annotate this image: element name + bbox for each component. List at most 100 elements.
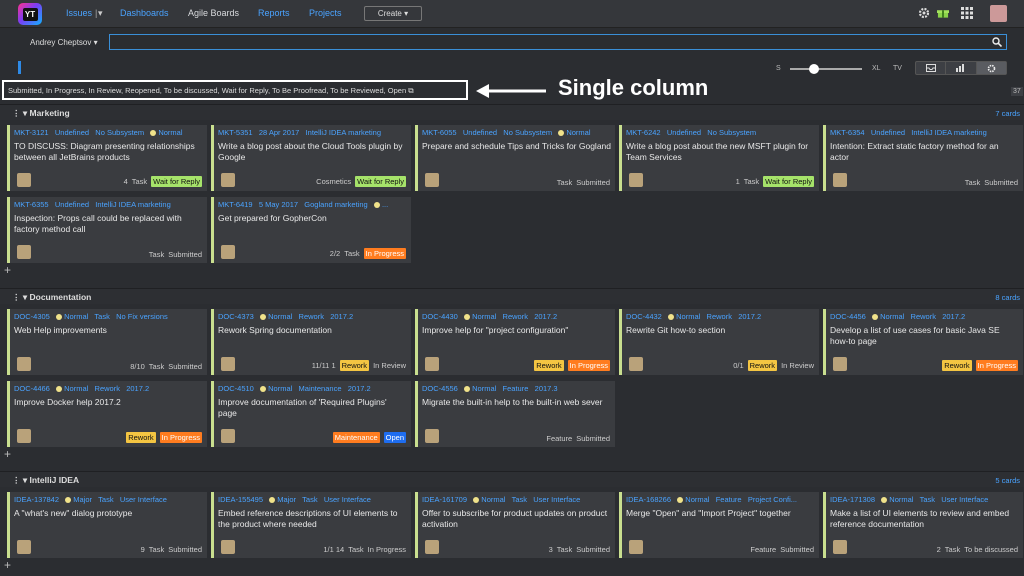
issue-card[interactable]: MKT-6354 Undefined IntelliJ IDEA marketi… [823,125,1023,191]
issue-id[interactable]: MKT-6055 [422,128,457,137]
card-summary[interactable]: Write a blog post about the new MSFT plu… [626,141,815,163]
create-button[interactable]: Create ▾ [364,6,422,21]
issue-card[interactable]: DOC-4430 Normal Rework 2017.2 Improve hel… [415,309,615,375]
assignee-avatar[interactable] [221,173,235,187]
card-summary[interactable]: Write a blog post about the Cloud Tools … [218,141,407,163]
nav-projects[interactable]: Projects [309,8,342,18]
issue-card[interactable]: IDEA-137842 Major Task User Interface A "… [7,492,207,558]
board-query[interactable]: Submitted, In Progress, In Review, Reope… [2,80,468,100]
assignee-avatar[interactable] [629,173,643,187]
issue-id[interactable]: DOC-4556 [422,384,458,393]
card-summary[interactable]: Inspection: Props call could be replaced… [14,213,203,235]
card-summary[interactable]: Develop a list of use cases for basic Ja… [830,325,1019,347]
card-summary[interactable]: Embed reference descriptions of UI eleme… [218,508,407,530]
assignee-avatar[interactable] [17,540,31,554]
assignee-avatar[interactable] [425,429,439,443]
assignee-avatar[interactable] [221,357,235,371]
issue-card[interactable]: DOC-4466 Normal Rework 2017.2 Improve Doc… [7,381,207,447]
card-summary[interactable]: Get prepared for GopherCon [218,213,407,224]
assignee-avatar[interactable] [629,357,643,371]
card-summary[interactable]: Make a list of UI elements to review and… [830,508,1019,530]
add-card-button[interactable]: + [4,558,11,572]
settings-icon[interactable] [976,62,1006,74]
assignee-avatar[interactable] [221,540,235,554]
issue-id[interactable]: IDEA-155495 [218,495,263,504]
add-card-button[interactable]: + [4,447,11,461]
issue-id[interactable]: IDEA-137842 [14,495,59,504]
issue-id[interactable]: MKT-5351 [218,128,253,137]
assignee-avatar[interactable] [629,540,643,554]
issue-card[interactable]: MKT-5351 28 Apr 2017 IntelliJ IDEA marke… [211,125,411,191]
search-input[interactable] [109,34,1007,50]
issue-id[interactable]: DOC-4373 [218,312,254,321]
chart-icon[interactable] [946,62,977,74]
card-summary[interactable]: Improve help for "project configuration" [422,325,611,336]
assignee-avatar[interactable] [221,245,235,259]
assignee-avatar[interactable] [17,429,31,443]
issue-card[interactable]: DOC-4432 Normal Rework 2017.2 Rewrite Git… [619,309,819,375]
issue-card[interactable]: DOC-4510 Normal Maintenance 2017.2 Improv… [211,381,411,447]
card-summary[interactable]: Web Help improvements [14,325,203,336]
assignee-avatar[interactable] [425,357,439,371]
external-link-icon[interactable]: ⧉ [408,86,413,95]
issue-id[interactable]: MKT-6419 [218,200,253,209]
add-card-button[interactable]: + [4,263,11,277]
issue-card[interactable]: DOC-4556 Normal Feature 2017.3 Migrate th… [415,381,615,447]
youtrack-logo[interactable]: YT [18,3,42,25]
issue-id[interactable]: IDEA-161709 [422,495,467,504]
swimlane-title[interactable]: ⋮ ▾ Marketing [12,108,70,119]
swimlane-title[interactable]: ⋮ ▾ IntelliJ IDEA [12,475,79,486]
search-icon[interactable] [992,37,1002,47]
issue-card[interactable]: IDEA-161709 Normal Task User Interface Of… [415,492,615,558]
issue-id[interactable]: IDEA-168266 [626,495,671,504]
issue-id[interactable]: DOC-4305 [14,312,50,321]
issue-id[interactable]: MKT-3121 [14,128,49,137]
card-summary[interactable]: Improve documentation of 'Required Plugi… [218,397,407,419]
issue-card[interactable]: MKT-6419 5 May 2017 Gogland marketing ..… [211,197,411,263]
assignee-avatar[interactable] [833,357,847,371]
card-summary[interactable]: Improve Docker help 2017.2 [14,397,203,408]
tv-mode-toggle[interactable]: TV [893,65,902,72]
swimlane-header[interactable] [0,471,1024,487]
issue-id[interactable]: DOC-4430 [422,312,458,321]
nav-dashboards[interactable]: Dashboards [120,8,169,18]
assignee-avatar[interactable] [17,357,31,371]
inbox-icon[interactable] [916,62,947,74]
chevron-down-icon[interactable]: ▾ [98,8,103,19]
assignee-avatar[interactable] [425,540,439,554]
assignee-avatar[interactable] [17,245,31,259]
assignee-avatar[interactable] [833,540,847,554]
issue-id[interactable]: DOC-4432 [626,312,662,321]
swimlane-title[interactable]: ⋮ ▾ Documentation [12,292,91,303]
gear-icon[interactable] [918,7,930,19]
assignee-avatar[interactable] [833,173,847,187]
issue-card[interactable]: DOC-4305 Normal Task No Fix versions Web … [7,309,207,375]
card-summary[interactable]: TO DISCUSS: Diagram presenting relations… [14,141,203,163]
issue-card[interactable]: MKT-6355 Undefined IntelliJ IDEA marketi… [7,197,207,263]
assignee-avatar[interactable] [425,173,439,187]
user-selector[interactable]: Andrey Cheptsov ▾ [30,38,98,47]
assignee-avatar[interactable] [17,173,31,187]
swimlane-header[interactable] [0,104,1024,120]
nav-reports[interactable]: Reports [258,8,290,18]
issue-id[interactable]: DOC-4456 [830,312,866,321]
issue-card[interactable]: MKT-6242 Undefined No Subsystem Write a … [619,125,819,191]
card-summary[interactable]: Rework Spring documentation [218,325,407,336]
issue-id[interactable]: DOC-4510 [218,384,254,393]
issue-id[interactable]: MKT-6354 [830,128,865,137]
issue-card[interactable]: MKT-6055 Undefined No Subsystem Normal P… [415,125,615,191]
issue-card[interactable]: DOC-4456 Normal Rework 2017.2 Develop a l… [823,309,1023,375]
card-summary[interactable]: Offer to subscribe for product updates o… [422,508,611,530]
card-size-slider[interactable] [790,68,862,70]
issue-card[interactable]: IDEA-171308 Normal Task User Interface Ma… [823,492,1023,558]
card-summary[interactable]: Merge "Open" and "Import Project" togeth… [626,508,815,519]
issue-card[interactable]: MKT-3121 Undefined No Subsystem Normal T… [7,125,207,191]
issue-card[interactable]: IDEA-168266 Normal Feature Project Confi… [619,492,819,558]
issue-id[interactable]: MKT-6242 [626,128,661,137]
card-size-slider-knob[interactable] [809,64,819,74]
issue-id[interactable]: DOC-4466 [14,384,50,393]
nav-agile-boards[interactable]: Agile Boards [188,8,239,18]
user-avatar[interactable] [990,5,1007,22]
issue-card[interactable]: DOC-4373 Normal Rework 2017.2 Rework Spri… [211,309,411,375]
card-summary[interactable]: Migrate the built-in help to the built-i… [422,397,611,408]
